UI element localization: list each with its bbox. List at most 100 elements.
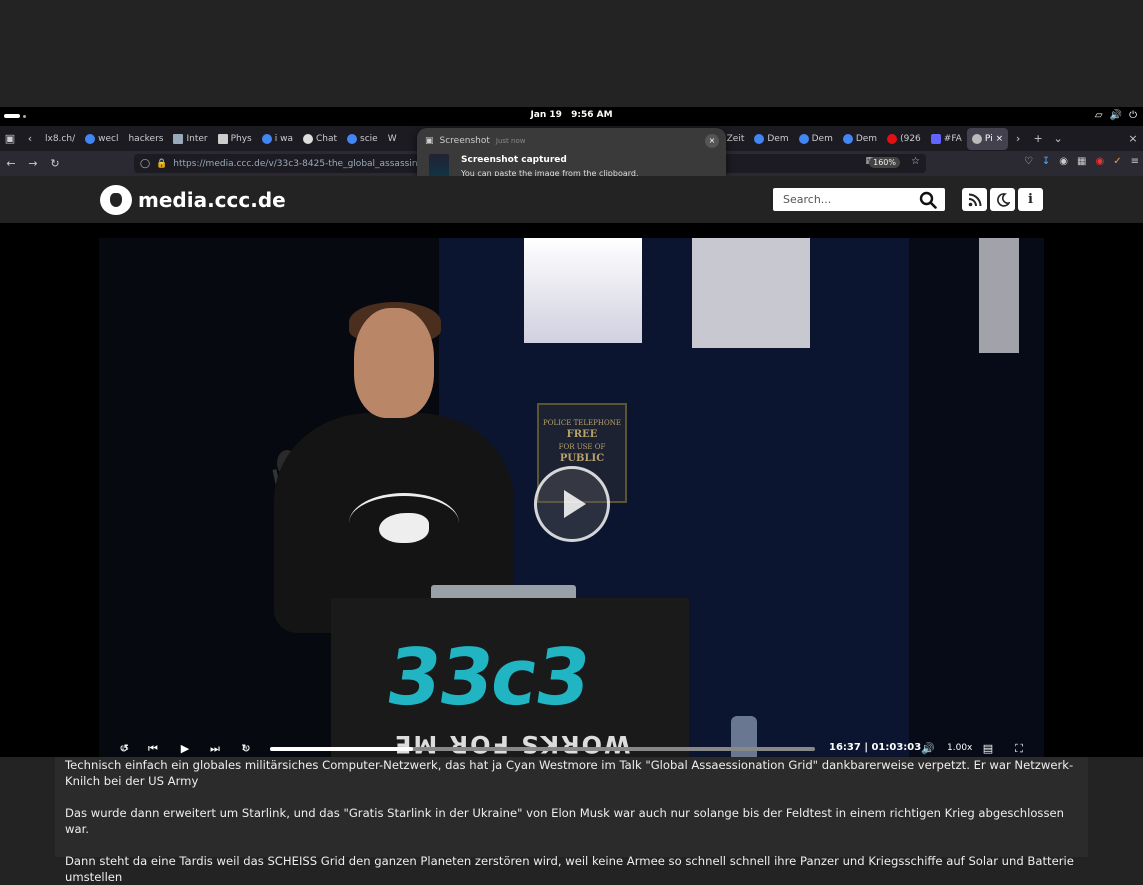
tab[interactable]: Inter (168, 128, 212, 150)
back-icon[interactable]: ← (0, 157, 22, 170)
volume-icon: 🔊 (1109, 110, 1123, 121)
toolbar-icons: ♡ ↧ ◉ ▦ ◉ ✓ ≡ (1024, 156, 1139, 167)
media-ccc-icon (971, 133, 982, 144)
big-play-button[interactable] (534, 466, 610, 542)
sign-line-1: POLICE TELEPHONE (543, 419, 621, 427)
play-icon: ▶ (180, 742, 190, 755)
menu-icon[interactable]: ≡ (1131, 156, 1139, 167)
stage-window (979, 238, 1019, 353)
shield-icon[interactable]: ◯ (140, 159, 150, 169)
video-frame[interactable]: POLICE TELEPHONE FREE FOR USE OF PUBLIC … (99, 238, 1044, 757)
tab-label: lx8.ch/ (45, 133, 76, 144)
rss-button[interactable] (962, 188, 987, 211)
tab[interactable]: hackers (123, 128, 168, 150)
google-icon (347, 133, 358, 144)
tab[interactable]: Dem (838, 128, 882, 150)
system-tray[interactable]: ▱ 🔊 ⏻ (1095, 110, 1137, 121)
tab-label: Dem (767, 133, 789, 144)
description-paragraph: Dann steht da eine Tardis weil das SCHEI… (65, 854, 1074, 884)
tab-label: (926 (900, 133, 921, 144)
zoom-level[interactable]: 160% (869, 157, 900, 168)
play-button[interactable]: ▶ (176, 740, 194, 757)
tab[interactable]: scie (342, 128, 383, 150)
forward-button[interactable]: ↻ 30 (235, 740, 257, 757)
tab[interactable]: (926 (882, 128, 926, 150)
search-input[interactable] (773, 189, 913, 210)
screen-top-area (0, 0, 1143, 107)
youtube-icon (887, 133, 898, 144)
search-box (773, 188, 945, 211)
tardis-window (692, 238, 810, 348)
tab-label: wecl (98, 133, 119, 144)
tab[interactable]: Dem (749, 128, 793, 150)
next-button[interactable]: ⏭ (207, 740, 223, 757)
reload-icon[interactable]: ↻ (44, 157, 66, 170)
search-icon (919, 191, 937, 209)
scroll-tabs-right-icon[interactable]: › (1008, 132, 1028, 145)
shirt-dove (379, 513, 429, 543)
lock-icon[interactable]: 🔒 (156, 159, 167, 169)
talk-description: Technisch einfach ein globales militärsi… (55, 757, 1088, 884)
notification-header: ▣ Screenshot Just now (425, 136, 525, 146)
close-window-icon[interactable]: × (1123, 132, 1143, 145)
skip-back-icon: ⏮ (148, 741, 158, 755)
clock-time: 9:56 AM (571, 110, 613, 120)
account-icon[interactable]: ◉ (1059, 156, 1068, 167)
tardis-window (524, 238, 642, 343)
volume-button[interactable]: 🔊 (919, 740, 937, 757)
description-paragraph: Das wurde dann erweitert um Starlink, un… (65, 806, 1064, 836)
list-tabs-icon[interactable]: ⌄ (1048, 132, 1068, 145)
search-button[interactable] (913, 188, 943, 211)
site-logo[interactable]: media.ccc.de (100, 185, 286, 215)
tab-label: Dem (855, 133, 878, 144)
page-icon (173, 133, 184, 144)
fullscreen-button[interactable]: ⛶ (1010, 740, 1028, 757)
notification-close-button[interactable]: × (705, 134, 719, 148)
settings-button[interactable]: ▤ (979, 740, 997, 757)
forward-icon[interactable]: → (22, 157, 44, 170)
ccc-logo-icon (100, 185, 132, 215)
previous-button[interactable]: ⏮ (145, 740, 161, 757)
player-controls: ↺ 15 ⏮ ▶ ⏭ ↻ 30 16:37 | 01:03:03 🔊 1.00x… (0, 740, 1143, 757)
tab[interactable]: i wa (257, 128, 298, 150)
tab-overview-icon[interactable]: ▣ (0, 132, 20, 145)
tab[interactable]: W (383, 128, 402, 150)
close-tab-icon[interactable]: × (996, 134, 1004, 144)
pocket-icon[interactable]: ♡ (1024, 156, 1033, 167)
mastodon-icon (930, 133, 941, 144)
tab-active[interactable]: Pi × (966, 127, 1009, 150)
downloads-icon[interactable]: ↧ (1042, 156, 1050, 167)
scroll-tabs-left-icon[interactable]: ‹ (20, 132, 40, 145)
rewind-label: 15 (121, 745, 129, 752)
time-readout: 16:37 | 01:03:03 (829, 742, 922, 753)
tab[interactable]: Phys (213, 128, 257, 150)
tab[interactable]: lx8.ch/ (40, 128, 80, 150)
forward-label: 30 (242, 745, 250, 752)
tab-label: scie (360, 133, 378, 144)
tab[interactable]: wecl (80, 128, 123, 150)
extensions-icon[interactable]: ▦ (1077, 156, 1086, 167)
tab-label: i wa (274, 133, 293, 144)
sign-line-3: FOR USE OF (558, 443, 606, 451)
dark-mode-button[interactable] (990, 188, 1015, 211)
laptop (431, 585, 576, 599)
clock-date: Jan 19 (530, 110, 562, 120)
tab[interactable]: Chat (298, 128, 342, 150)
extension-red-icon[interactable]: ◉ (1095, 156, 1104, 167)
info-button[interactable]: i (1018, 188, 1043, 211)
progress-bar[interactable] (270, 747, 815, 751)
tab[interactable]: Dem (794, 128, 838, 150)
video-player[interactable]: POLICE TELEPHONE FREE FOR USE OF PUBLIC … (0, 223, 1143, 757)
extension-orange-icon[interactable]: ✓ (1113, 156, 1121, 167)
clock[interactable]: Jan 19 9:56 AM (0, 110, 1143, 120)
playback-speed[interactable]: 1.00x (947, 743, 972, 753)
bookmark-star-icon[interactable]: ☆ (911, 156, 920, 167)
tab-label: Zeit (726, 133, 745, 144)
new-tab-icon[interactable]: + (1028, 132, 1048, 145)
tab[interactable]: #FA (926, 128, 967, 150)
rewind-button[interactable]: ↺ 15 (113, 740, 135, 757)
tab-label: Chat (316, 133, 338, 144)
stage-right-panel (909, 238, 1044, 757)
skip-forward-icon: ⏭ (210, 741, 220, 755)
sign-line-2: FREE (566, 429, 598, 440)
